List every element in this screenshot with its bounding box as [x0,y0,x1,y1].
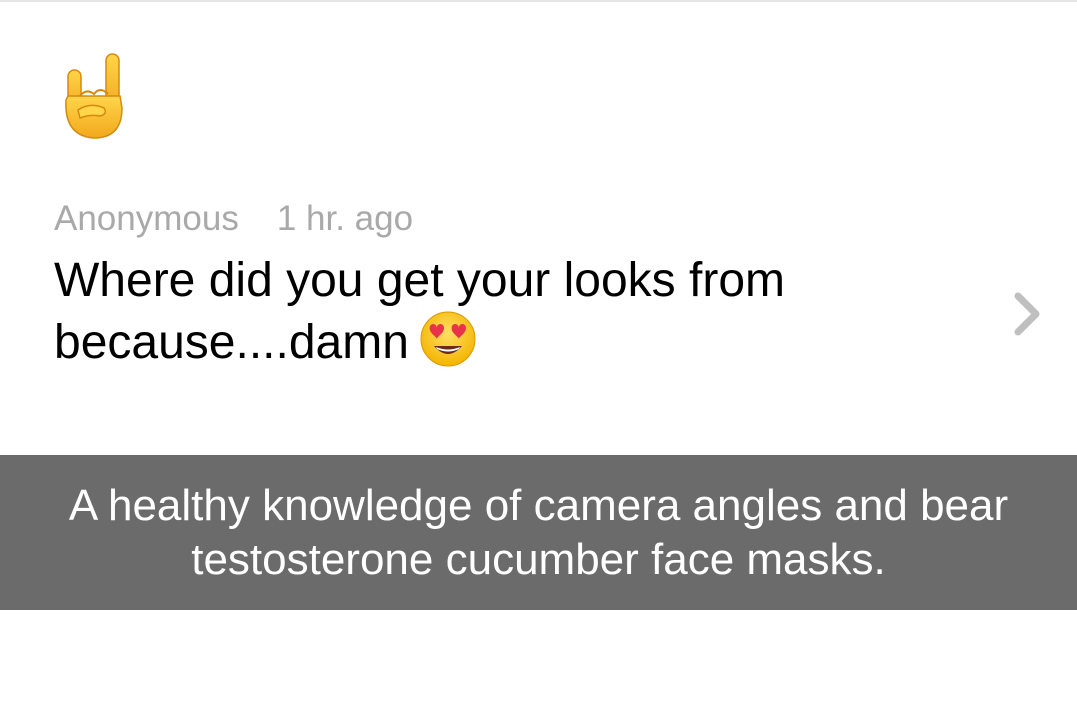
question-text: Where did you get your looks from becaus… [54,252,1014,372]
chevron-right-icon[interactable] [1010,290,1044,338]
caption-text: A healthy knowledge of camera angles and… [69,479,1008,587]
question-line-2: because....damn [54,310,1014,372]
question-line-1: Where did you get your looks from [54,254,785,307]
rock-on-hand-icon [56,50,130,142]
top-divider [0,0,1077,2]
caption-line-1: A healthy knowledge of camera angles and… [68,480,1009,530]
caption-bar: A healthy knowledge of camera angles and… [0,455,1077,610]
question-line-2-text: because....damn [54,316,409,369]
heart-eyes-icon [419,310,477,368]
caption-line-2: testosterone cucumber face masks. [191,534,886,584]
question-meta: Anonymous 1 hr. ago [54,196,1014,242]
question-card[interactable]: Anonymous 1 hr. ago Where did you get you… [54,196,1014,372]
author-name: Anonymous [54,199,239,238]
timestamp: 1 hr. ago [276,199,414,238]
